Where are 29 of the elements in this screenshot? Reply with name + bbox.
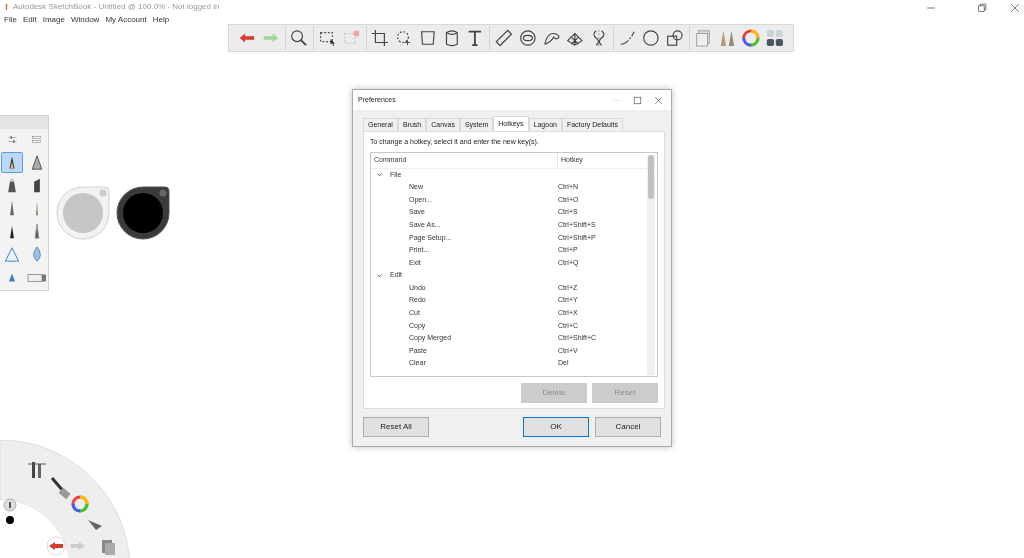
ruler-icon[interactable] [494, 27, 514, 49]
button[interactable]: OK [523, 417, 589, 437]
sliders-icon[interactable] [6, 133, 18, 145]
chevron-icon[interactable] [376, 171, 383, 179]
search-icon[interactable] [289, 27, 310, 49]
menu-item[interactable]: Image [40, 14, 67, 26]
close-icon[interactable] [1009, 2, 1021, 14]
menu-item[interactable]: My Account [103, 14, 149, 26]
button[interactable]: Cancel [595, 417, 661, 437]
maximize-icon[interactable] [633, 95, 642, 105]
color-wheel-icon[interactable] [741, 27, 762, 49]
palette-header [0, 116, 48, 129]
circle-icon[interactable] [641, 27, 662, 49]
restore-icon[interactable] [976, 2, 988, 14]
chevron-icon[interactable] [376, 272, 383, 280]
app-icon [3, 2, 10, 12]
menu-item[interactable]: Edit [20, 14, 39, 26]
menu-item[interactable]: Help [150, 14, 172, 26]
menu-item[interactable]: Window [68, 14, 102, 26]
layout-icon[interactable] [765, 27, 785, 49]
scrollbar[interactable] [647, 154, 655, 375]
ellipse-guide-icon[interactable] [517, 27, 538, 49]
window-title: Autodesk SketchBook - Untitled @ 100.0% - Not logged in [13, 1, 220, 13]
menu-item[interactable]: File [2, 14, 19, 26]
color-puck[interactable] [116, 186, 170, 240]
close-icon[interactable] [654, 95, 663, 105]
shapes-icon[interactable] [665, 27, 685, 49]
crop-icon[interactable] [370, 27, 391, 49]
button[interactable]: Reset All [363, 417, 429, 437]
